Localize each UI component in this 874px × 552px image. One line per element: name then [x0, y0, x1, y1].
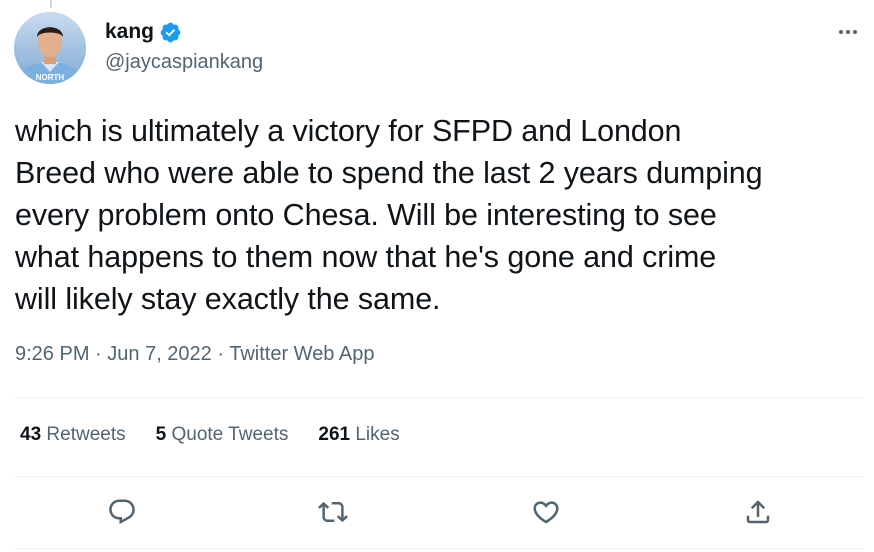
avatar[interactable]: NORTH	[14, 12, 86, 84]
retweet-icon[interactable]	[315, 494, 351, 530]
quote-tweets-count: 5	[155, 424, 167, 445]
likes-label: Likes	[355, 424, 400, 445]
retweets-label: Retweets	[46, 424, 126, 445]
meta-separator: ·	[89, 343, 108, 365]
retweets-count: 43	[20, 424, 42, 445]
divider	[15, 397, 864, 398]
tweet-header: NORTH kang @jaycaspiankang	[14, 12, 864, 84]
divider	[15, 548, 864, 549]
meta-separator: ·	[211, 343, 230, 365]
tweet-meta: 9:26 PM · Jun 7, 2022 · Twitter Web App	[15, 343, 374, 366]
engagement-stats: 43 Retweets 5 Quote Tweets 261 Likes	[20, 424, 430, 446]
tweet-text: which is ultimately a victory for SFPD a…	[15, 114, 763, 316]
author-handle[interactable]: @jaycaspiankang	[105, 51, 263, 74]
likes-count: 261	[318, 424, 351, 445]
reply-icon[interactable]	[104, 494, 140, 530]
verified-badge-icon	[159, 21, 182, 44]
likes-stat[interactable]: 261 Likes	[318, 424, 399, 446]
avatar-jersey-text: NORTH	[36, 73, 65, 82]
tweet-actions	[15, 478, 864, 548]
tweet-source[interactable]: Twitter Web App	[229, 343, 374, 365]
tweet-time[interactable]: 9:26 PM	[15, 343, 89, 365]
author-name-row[interactable]: kang	[105, 20, 182, 44]
heart-icon[interactable]	[528, 494, 564, 530]
share-icon[interactable]	[740, 494, 776, 530]
tweet-date[interactable]: Jun 7, 2022	[107, 343, 212, 365]
divider	[15, 476, 864, 477]
retweets-stat[interactable]: 43 Retweets	[20, 424, 126, 446]
more-icon[interactable]	[832, 22, 864, 42]
author-display-name[interactable]: kang	[105, 20, 154, 44]
quote-tweets-label: Quote Tweets	[171, 424, 289, 445]
quote-tweets-stat[interactable]: 5 Quote Tweets	[156, 424, 289, 446]
thread-connector-line	[50, 0, 52, 8]
